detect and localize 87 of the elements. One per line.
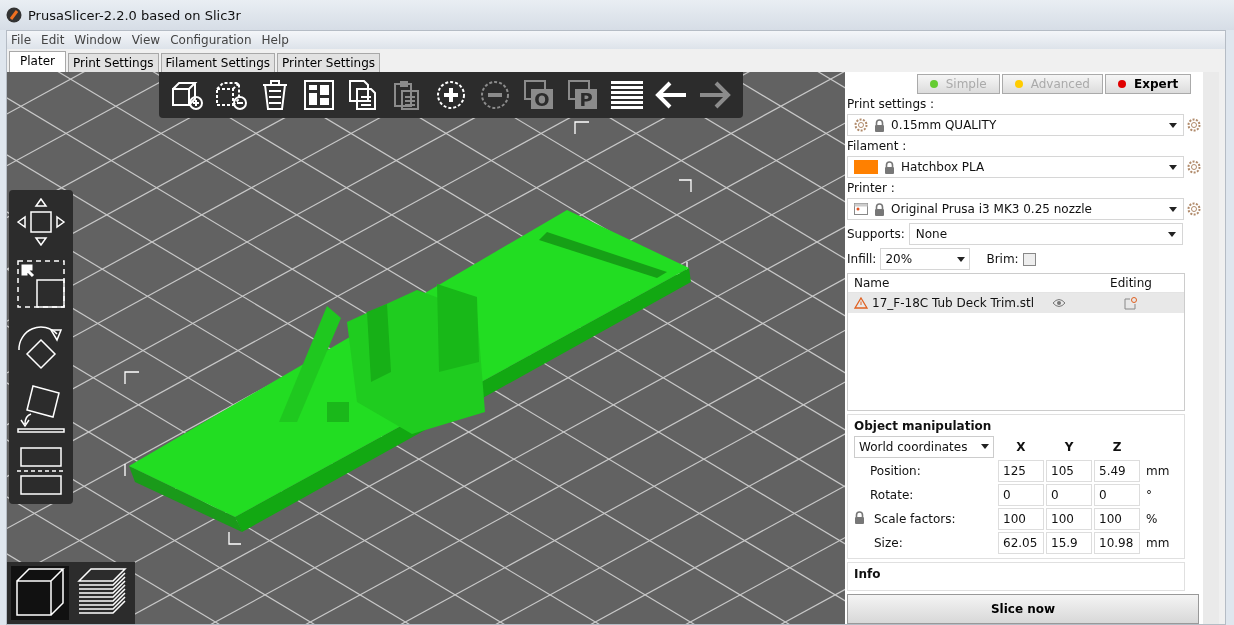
cube-add-icon [170,79,204,111]
column-header[interactable]: Name [848,274,1078,292]
tab[interactable]: Plater [9,51,66,72]
brim-checkbox[interactable] [1022,252,1036,266]
tab[interactable]: Printer Settings [277,53,380,72]
input-field[interactable]: 5.49 [1094,459,1140,482]
input-field[interactable]: 125 [998,459,1044,482]
coordinates-dropdown[interactable]: World coordinates [854,435,994,458]
arrow-left-icon [654,79,688,111]
plus-circle-icon [435,79,467,111]
app-logo-icon [6,7,22,23]
preset-label: Filament : [847,139,908,153]
caret-icon [1169,206,1177,212]
field-label: Scale factors: [873,511,957,526]
mode-button[interactable]: Expert [1104,74,1192,94]
gear-icon[interactable] [1187,202,1201,216]
caret-icon [1169,122,1177,128]
copy-icon [347,79,379,111]
object-row[interactable]: 17_F-18C Tub Deck Trim.stl [848,293,1184,313]
input-field[interactable]: 105 [1046,459,1092,482]
tab[interactable]: Print Settings [67,53,159,72]
input-field[interactable]: 0 [1046,483,1092,506]
scale-icon [15,257,67,310]
group-title: Object manipulation [854,418,993,433]
eye-icon[interactable] [1052,298,1067,308]
unit-label: ° [1145,487,1153,502]
arrange-icon [303,79,335,111]
preset-label: Print settings : [847,97,936,111]
input-field[interactable]: 10.98 [1094,531,1140,554]
printer-icon [854,203,868,215]
cube-remove-icon [214,79,248,111]
input-field[interactable]: 15.9 [1046,531,1092,554]
brim-label: Brim: [986,252,1019,266]
column-header[interactable]: Editing [1078,274,1184,292]
supports-label: Supports: [847,227,905,241]
caret-icon [957,256,966,262]
group-title: Info [854,566,882,581]
preset-dropdown[interactable]: 0.15mm QUALITY [847,114,1184,136]
preset-label: Printer : [847,181,896,195]
input-field[interactable]: 100 [1094,507,1140,530]
tab[interactable]: Filament Settings [160,53,276,72]
window-title: PrusaSlicer-2.2.0 based on Slic3r [28,7,241,23]
unit-label: mm [1145,535,1171,550]
preset-dropdown[interactable]: Original Prusa i3 MK3 0.25 nozzle [847,198,1184,220]
caret-icon [1169,164,1177,170]
cube-icon [14,566,66,617]
view-button[interactable] [11,566,69,620]
input-field[interactable]: 0 [998,483,1044,506]
minus-circle-icon [479,79,511,111]
object-name: 17_F-18C Tub Deck Trim.stl [872,296,1035,310]
input-field[interactable]: 0 [1094,483,1140,506]
menu-item[interactable]: File [11,33,32,47]
axis-label: X [1015,439,1027,454]
arrow-right-icon [698,79,732,111]
trash-icon [260,79,290,111]
lock-icon [874,202,885,216]
menu-item[interactable]: View [131,33,161,47]
gear-icon[interactable] [854,118,868,132]
menu-item[interactable]: Help [261,33,289,47]
scrollbar[interactable] [1203,72,1219,624]
lock-icon [874,118,885,132]
field-label: Size: [873,535,904,550]
gear-icon[interactable] [1187,160,1201,174]
infill-label: Infill: [847,252,877,266]
input-field[interactable]: 62.05 [998,531,1044,554]
caret-icon [981,444,989,450]
axis-label: Z [1111,439,1123,454]
field-label: Position: [870,463,922,478]
gear-icon[interactable] [1187,118,1201,132]
supports-dropdown[interactable]: None [908,223,1183,245]
caret-icon [1168,231,1176,237]
move-icon [15,195,67,248]
layers-icon [610,79,644,111]
field-label: Rotate: [870,487,915,502]
input-field[interactable]: 100 [1046,507,1092,530]
unit-label: mm [1145,463,1171,478]
unit-label: % [1145,511,1159,526]
menu-item[interactable]: Configuration [170,33,252,47]
infill-dropdown[interactable]: 20% [880,248,971,270]
lock-icon [884,160,895,174]
input-field[interactable]: 100 [998,507,1044,530]
slice-now-button[interactable]: Slice now [847,594,1199,624]
menu-item[interactable]: Window [74,33,122,47]
axis-label: Y [1063,439,1075,454]
menu-item[interactable]: Edit [41,33,65,47]
preset-dropdown[interactable]: Hatchbox PLA [847,156,1184,178]
layers-stack-icon [76,566,128,617]
